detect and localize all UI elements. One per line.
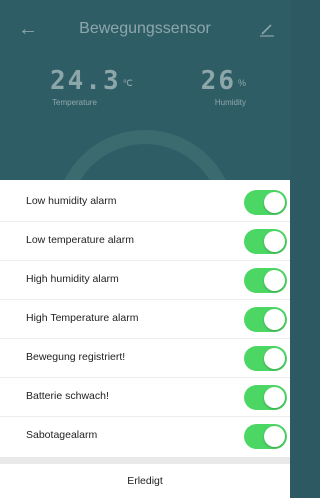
- alarm-toggle[interactable]: [244, 268, 287, 293]
- temperature-unit: ℃: [122, 78, 133, 88]
- section-divider: [0, 457, 290, 464]
- alarm-row-low-humidity: Low humidity alarm: [0, 183, 290, 222]
- toggle-knob: [264, 270, 285, 291]
- alarm-settings-sheet: Low humidity alarm Low temperature alarm…: [0, 180, 290, 498]
- alarm-row-tamper: Sabotagealarm: [0, 417, 290, 456]
- humidity-value: 26: [200, 66, 236, 96]
- temperature-reading: 24.3 ℃ Temperature: [50, 66, 133, 107]
- done-button[interactable]: Erledigt: [0, 464, 290, 498]
- alarm-row-high-temperature: High Temperature alarm: [0, 300, 290, 339]
- page-title: Bewegungssensor: [79, 20, 211, 37]
- top-bar: ← Bewegungssensor: [0, 14, 290, 46]
- alarm-label: Batterie schwach!: [26, 390, 109, 402]
- alarm-label: High Temperature alarm: [26, 312, 139, 324]
- alarm-row-high-humidity: High humidity alarm: [0, 261, 290, 300]
- alarm-label: High humidity alarm: [26, 273, 119, 285]
- alarm-row-low-temperature: Low temperature alarm: [0, 222, 290, 261]
- edit-pencil-icon[interactable]: [258, 20, 276, 38]
- alarm-toggle[interactable]: [244, 346, 287, 371]
- toggle-knob: [264, 426, 285, 447]
- humidity-unit: %: [237, 78, 246, 88]
- alarm-toggle[interactable]: [244, 307, 287, 332]
- toggle-knob: [264, 192, 285, 213]
- alarm-label: Low humidity alarm: [26, 195, 117, 207]
- humidity-reading: 26% Humidity: [201, 66, 246, 107]
- alarm-label: Low temperature alarm: [26, 234, 134, 246]
- toggle-knob: [264, 309, 285, 330]
- alarm-toggle[interactable]: [244, 190, 287, 215]
- toggle-knob: [264, 348, 285, 369]
- alarm-toggle[interactable]: [244, 229, 287, 254]
- temperature-value: 24.3: [50, 66, 121, 96]
- toggle-knob: [264, 387, 285, 408]
- header: ← Bewegungssensor 24.3 ℃ Temperature 26% …: [0, 0, 290, 180]
- alarm-label: Sabotagealarm: [26, 429, 98, 441]
- toggle-knob: [264, 231, 285, 252]
- alarm-row-motion: Bewegung registriert!: [0, 339, 290, 378]
- alarm-toggle[interactable]: [244, 385, 287, 410]
- alarm-row-battery-low: Batterie schwach!: [0, 378, 290, 417]
- alarm-label: Bewegung registriert!: [26, 351, 126, 363]
- humidity-label: Humidity: [214, 98, 246, 107]
- alarm-toggle[interactable]: [244, 424, 287, 449]
- temperature-label: Temperature: [52, 98, 97, 107]
- gauge-arc: [55, 130, 235, 180]
